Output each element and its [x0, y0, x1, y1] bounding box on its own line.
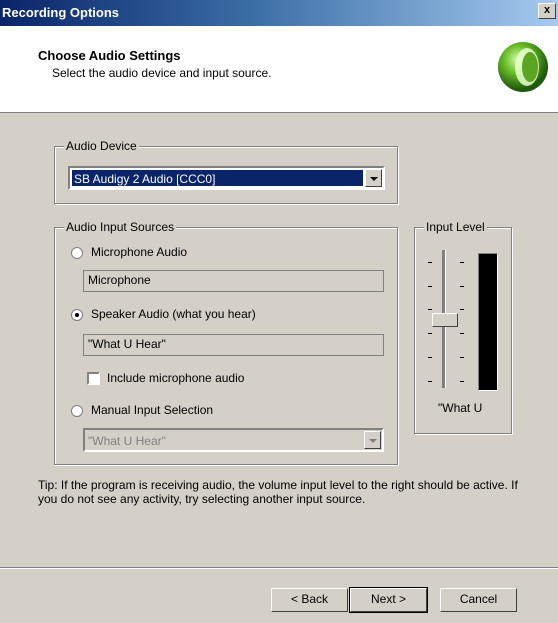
- speaker-audio-label[interactable]: Speaker Audio (what you hear): [91, 307, 256, 321]
- tick-mark: [460, 286, 464, 287]
- input-level-slider-thumb[interactable]: [432, 313, 458, 327]
- tick-mark: [460, 333, 464, 334]
- app-logo-icon: [498, 42, 548, 92]
- close-button[interactable]: x: [538, 3, 556, 19]
- tick-mark: [428, 333, 432, 334]
- title-bar: Recording Options x: [0, 0, 558, 26]
- next-button[interactable]: Next >: [349, 587, 428, 613]
- audio-device-value: SB Audigy 2 Audio [CCC0]: [72, 170, 363, 186]
- microphone-audio-label[interactable]: Microphone Audio: [91, 245, 187, 259]
- manual-input-select[interactable]: "What U Hear": [83, 428, 384, 452]
- speaker-audio-radio[interactable]: [71, 309, 83, 321]
- include-mic-label[interactable]: Include microphone audio: [107, 371, 244, 385]
- input-level-label: Input Level: [424, 220, 487, 234]
- cancel-button[interactable]: Cancel: [440, 588, 517, 612]
- audio-device-select[interactable]: SB Audigy 2 Audio [CCC0]: [68, 166, 385, 190]
- audio-input-sources-label: Audio Input Sources: [64, 220, 177, 234]
- dropdown-arrow-icon[interactable]: [365, 169, 382, 187]
- tick-mark: [460, 357, 464, 358]
- microphone-field: Microphone: [83, 270, 384, 292]
- page-subtitle: Select the audio device and input source…: [52, 66, 272, 80]
- dropdown-arrow-icon: [364, 431, 381, 449]
- tick-mark: [428, 381, 432, 382]
- input-level-source-label: "What U: [438, 401, 483, 415]
- page-title: Choose Audio Settings: [38, 48, 181, 63]
- tip-text: Tip: If the program is receiving audio, …: [38, 478, 518, 506]
- tick-mark: [428, 357, 432, 358]
- audio-device-label: Audio Device: [64, 139, 139, 153]
- speaker-field: "What U Hear": [83, 334, 384, 356]
- manual-input-radio[interactable]: [71, 405, 83, 417]
- separator: [0, 567, 558, 569]
- tick-mark: [428, 262, 432, 263]
- wizard-header: Choose Audio Settings Select the audio d…: [0, 26, 558, 113]
- tick-mark: [460, 381, 464, 382]
- tick-mark: [460, 309, 464, 310]
- microphone-audio-radio[interactable]: [71, 247, 83, 259]
- tick-mark: [460, 262, 464, 263]
- input-level-meter: [478, 253, 498, 391]
- manual-input-value: "What U Hear": [88, 434, 166, 448]
- window-title: Recording Options: [2, 5, 119, 20]
- tick-mark: [428, 309, 432, 310]
- back-button[interactable]: < Back: [271, 588, 348, 612]
- manual-input-label[interactable]: Manual Input Selection: [91, 403, 213, 417]
- include-mic-checkbox[interactable]: [87, 372, 100, 385]
- tick-mark: [428, 286, 432, 287]
